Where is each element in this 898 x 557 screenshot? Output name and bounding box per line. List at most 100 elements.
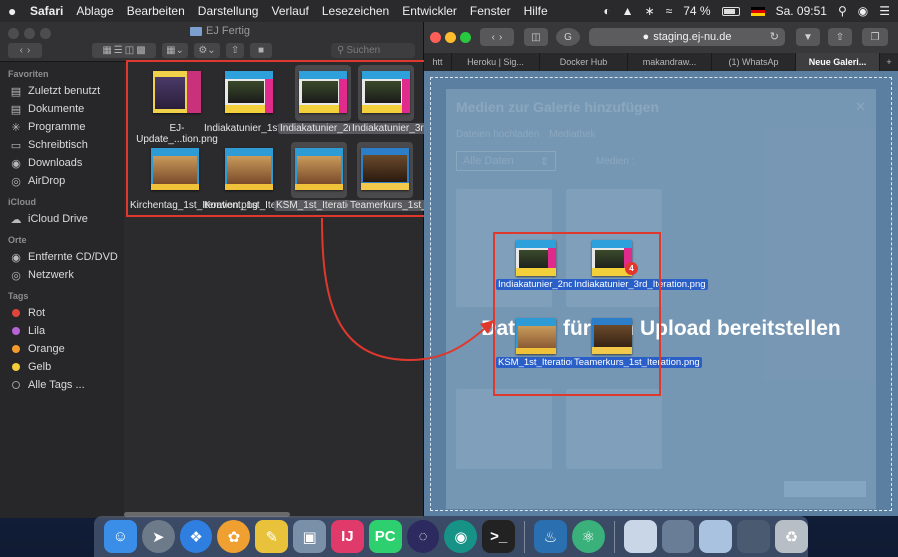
desktop-icon: ▭ <box>10 139 22 152</box>
tab-item[interactable]: htt <box>424 53 452 71</box>
folder-icon <box>190 26 202 36</box>
dock: ☺ ➤ ❖ ✿ ✎ ▣ IJ PC ◌ ◉ >_ ♨ ⚛ ♻ <box>94 516 808 557</box>
eclipse-icon[interactable]: ◌ <box>406 520 440 553</box>
airdrop-icon: ◎ <box>11 175 21 188</box>
menu-lesezeichen[interactable]: Lesezeichen <box>322 4 389 18</box>
new-tab-button[interactable]: + <box>880 53 898 71</box>
siri-icon[interactable]: ◉ <box>858 4 868 18</box>
trash-icon[interactable]: ♻ <box>775 520 808 553</box>
close-button[interactable] <box>430 32 441 43</box>
notes-icon[interactable]: ✎ <box>255 520 289 553</box>
close-button[interactable] <box>8 28 19 39</box>
menu-safari[interactable]: Safari <box>30 4 63 18</box>
menu-entwickler[interactable]: Entwickler <box>402 4 457 18</box>
safari-icon[interactable]: ❖ <box>179 520 213 553</box>
sidebar-item-network[interactable]: ◎ Netzwerk <box>0 266 124 284</box>
menu-verlauf[interactable]: Verlauf <box>271 4 308 18</box>
finder-titlebar: EJ Fertig ‹ › ▦ ☰ ◫ ▩ ▦⌄ ⚙⌄ ⇧ ■ ⚲ Suchen <box>0 22 423 62</box>
menu-darstellung[interactable]: Darstellung <box>198 4 259 18</box>
lock-icon: ● <box>642 31 650 43</box>
pycharm-icon[interactable]: PC <box>368 520 402 553</box>
battery-icon[interactable] <box>721 6 740 16</box>
sidebar-item-downloads[interactable]: ◉ Downloads <box>0 154 124 172</box>
sidebar-item-documents[interactable]: ▤ Dokumente <box>0 100 124 118</box>
share-icon[interactable]: ⇧ <box>828 28 852 46</box>
menubar-clock[interactable]: Sa. 09:51 <box>776 4 827 18</box>
wifi-icon[interactable]: ≈ <box>666 4 673 18</box>
vpn-icon[interactable]: ◐ <box>603 4 610 18</box>
preview-icon[interactable]: ▣ <box>293 520 326 553</box>
window-3-icon[interactable] <box>699 520 733 553</box>
menu-fenster[interactable]: Fenster <box>470 4 511 18</box>
back-forward-buttons[interactable]: ‹ › <box>480 28 514 46</box>
address-bar[interactable]: ● staging.ej-nu.de ↻ <box>589 28 785 46</box>
red-tag-icon <box>12 309 20 317</box>
intellij-icon[interactable]: IJ <box>330 520 364 553</box>
sidebar-toggle-icon[interactable]: ◫ <box>524 28 548 46</box>
spotlight-icon[interactable]: ⚲ <box>838 4 847 18</box>
minimize-button[interactable] <box>24 28 35 39</box>
sidebar-item-desktop[interactable]: ▭ Schreibtisch <box>0 136 124 154</box>
share-icon[interactable]: ⇧ <box>226 42 244 58</box>
sidebar-all-tags[interactable]: Alle Tags ... <box>0 376 124 394</box>
terminal-icon[interactable]: >_ <box>482 520 516 553</box>
tags-heading: Tags <box>8 291 29 301</box>
sidebar-tag-red[interactable]: Rot <box>0 304 124 322</box>
all-tags-icon <box>12 381 20 389</box>
sidebar-item-remote-disc[interactable]: ◉ Entfernte CD/DVD <box>0 248 124 266</box>
sidebar-item-applications[interactable]: ✳ Programme <box>0 118 124 136</box>
zoom-button[interactable] <box>460 32 471 43</box>
window-1-icon[interactable] <box>623 520 657 553</box>
notification-center-icon[interactable]: ☰ <box>879 4 890 18</box>
group-button[interactable]: ▦⌄ <box>162 42 188 58</box>
orange-tag-icon <box>12 345 20 353</box>
sidebar-tag-purple[interactable]: Lila <box>0 322 124 340</box>
reload-icon[interactable]: ↻ <box>770 30 779 43</box>
window-4-icon[interactable] <box>737 520 771 553</box>
menu-hilfe[interactable]: Hilfe <box>524 4 548 18</box>
menubar: ● Safari Ablage Bearbeiten Darstellung V… <box>0 0 898 22</box>
sidebar-item-airdrop[interactable]: ◎ AirDrop <box>0 172 124 190</box>
launchpad-icon[interactable]: ➤ <box>141 520 175 553</box>
downloads-icon[interactable]: ▼ <box>796 28 820 46</box>
back-forward-buttons[interactable]: ‹ › <box>8 42 42 58</box>
action-gear-icon[interactable]: ⚙⌄ <box>194 42 220 58</box>
search-input[interactable]: ⚲ Suchen <box>331 42 415 58</box>
extension-icon[interactable]: G <box>556 28 580 46</box>
tab-item[interactable]: makandraw... <box>628 53 712 71</box>
tags-icon[interactable]: ■ <box>250 42 272 58</box>
sidebar-item-icloud-drive[interactable]: ☁ iCloud Drive <box>0 210 124 228</box>
finder-icon[interactable]: ☺ <box>104 520 137 553</box>
bluetooth-icon[interactable]: ∗ <box>645 4 655 18</box>
gitkraken-icon[interactable]: ◉ <box>444 520 478 553</box>
minimize-button[interactable] <box>445 32 456 43</box>
icloud-heading: iCloud <box>8 197 36 207</box>
dock-separator <box>524 520 526 553</box>
apple-icon[interactable]: ● <box>8 3 30 19</box>
places-heading: Orte <box>8 235 27 245</box>
tab-overview-icon[interactable]: ❐ <box>862 28 888 46</box>
tunnelblick-icon[interactable]: ▲ <box>622 4 634 18</box>
battery-percent[interactable]: 74 % <box>683 4 710 18</box>
keyboard-layout-flag-icon[interactable] <box>750 6 765 16</box>
tab-item[interactable]: Docker Hub <box>540 53 628 71</box>
cloud-icon: ☁ <box>10 213 22 226</box>
mysql-icon[interactable]: ♨ <box>534 520 567 553</box>
sidebar-tag-orange[interactable]: Orange <box>0 340 124 358</box>
view-mode-buttons[interactable]: ▦ ☰ ◫ ▩ <box>92 42 156 58</box>
finder-sidebar: Favoriten ▤ Zuletzt benutzt ▤ Dokumente ✳ P… <box>0 62 124 518</box>
menu-bearbeiten[interactable]: Bearbeiten <box>127 4 185 18</box>
sidebar-item-recents[interactable]: ▤ Zuletzt benutzt <box>0 82 124 100</box>
zoom-button[interactable] <box>40 28 51 39</box>
sidebar-tag-yellow[interactable]: Gelb <box>0 358 124 376</box>
atom-icon[interactable]: ⚛ <box>571 520 605 553</box>
photos-icon[interactable]: ✿ <box>217 520 251 553</box>
tab-item-active[interactable]: Neue Galeri... <box>796 53 880 71</box>
download-icon: ◉ <box>11 157 21 170</box>
tab-item[interactable]: Heroku | Sig... <box>452 53 540 71</box>
disc-icon: ◉ <box>11 251 21 264</box>
window-2-icon[interactable] <box>661 520 695 553</box>
tab-item[interactable]: (1) WhatsAp <box>712 53 796 71</box>
menu-ablage[interactable]: Ablage <box>76 4 113 18</box>
annotation-selection-box <box>126 60 433 217</box>
